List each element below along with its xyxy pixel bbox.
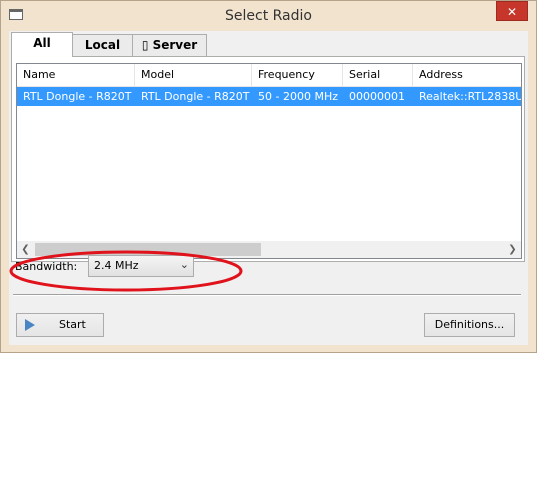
cell-name: RTL Dongle - R820T [23,90,132,103]
cell-serial: 00000001 [349,90,405,103]
window-title: Select Radio [225,8,312,24]
bandwidth-dropdown[interactable]: 2.4 MHz ⌄ [88,255,194,277]
tab-server[interactable]: ▯ Server [132,34,207,56]
column-header-serial[interactable]: Serial [343,64,413,86]
list-row[interactable]: RTL Dongle - R820T RTL Dongle - R820T 50… [17,87,521,106]
tab-panel-all: Name Model Frequency Serial Address RTL … [11,56,525,262]
play-icon [25,319,35,331]
separator [13,294,521,296]
definitions-button[interactable]: Definitions... [424,313,515,337]
radio-list[interactable]: Name Model Frequency Serial Address RTL … [16,63,522,259]
chevron-down-icon: ⌄ [179,259,189,271]
cell-frequency: 50 - 2000 MHz [258,90,338,103]
client-area: All Local ▯ Server Name Model Frequency … [9,31,528,345]
start-button[interactable]: Start [16,313,104,337]
cell-model: RTL Dongle - R820T [141,90,250,103]
tab-local[interactable]: Local [72,34,133,56]
column-header-model[interactable]: Model [135,64,252,86]
column-header-frequency[interactable]: Frequency [252,64,343,86]
scroll-left-icon[interactable]: ❮ [17,241,34,258]
select-radio-window: Select Radio ✕ All Local ▯ Server Name M… [0,0,537,353]
column-header-name[interactable]: Name [17,64,135,86]
list-header: Name Model Frequency Serial Address [17,64,521,87]
bandwidth-value: 2.4 MHz [94,259,139,272]
cell-address: Realtek::RTL2838UHIDIR [419,90,521,103]
close-button[interactable]: ✕ [496,1,528,21]
scroll-right-icon[interactable]: ❯ [504,241,521,258]
title-bar[interactable]: Select Radio ✕ [1,1,536,31]
bandwidth-label: Bandwidth: [15,260,78,273]
start-button-label: Start [59,318,86,331]
column-header-address[interactable]: Address [413,64,521,86]
tab-all[interactable]: All [11,32,73,57]
